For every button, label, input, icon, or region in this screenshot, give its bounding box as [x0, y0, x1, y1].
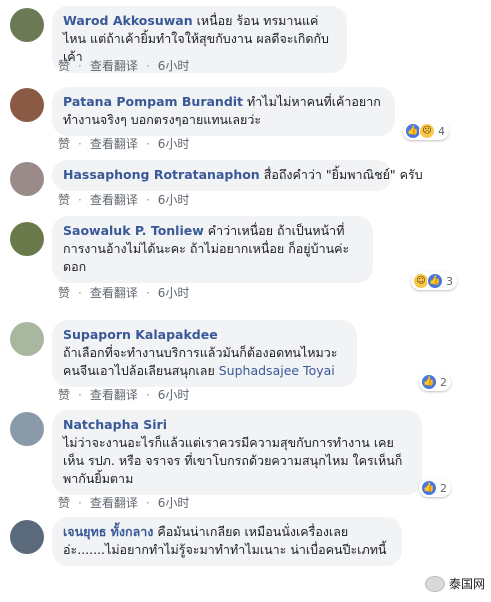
- avatar[interactable]: [10, 8, 44, 42]
- timestamp[interactable]: 6小时: [158, 193, 190, 207]
- like-reaction-icon: 👍: [421, 480, 437, 496]
- like-link[interactable]: 赞: [58, 59, 70, 73]
- like-reaction-icon: 👍: [427, 273, 443, 289]
- like-reaction-icon: 👍: [421, 374, 437, 390]
- separator: ·: [145, 193, 150, 207]
- separator: ·: [145, 286, 150, 300]
- comment-bubble: Patana Pompam Burandit ทำไมไม่หาคนที่เค้า…: [52, 87, 395, 136]
- comment-bubble: Saowaluk P. Tonliew คำว่าเหนื่อย ถ้าเป็นห…: [52, 216, 373, 283]
- comment-actions: 赞 · 查看翻译 · 6小时: [58, 494, 197, 511]
- reaction-count: 3: [446, 274, 453, 288]
- translate-link[interactable]: 查看翻译: [90, 388, 138, 402]
- author-name[interactable]: Hassaphong Rotratanaphon: [63, 167, 260, 182]
- author-name[interactable]: Natchapha Siri: [63, 417, 167, 432]
- comment-bubble: Natchapha Siri ไม่ว่าจะงานอะไรก็แล้วแต่เร…: [52, 410, 422, 495]
- avatar[interactable]: [10, 88, 44, 122]
- comment-bubble: เจนยุทธ ทั้งกลาง คือมันน่าเกลียด เหมือนนั…: [52, 517, 402, 566]
- comment-actions: 赞 · 查看翻译 · 6小时: [58, 386, 197, 403]
- author-name[interactable]: Saowaluk P. Tonliew: [63, 223, 204, 238]
- translate-link[interactable]: 查看翻译: [90, 496, 138, 510]
- avatar[interactable]: [10, 162, 44, 196]
- separator: ·: [78, 388, 82, 402]
- translate-link[interactable]: 查看翻译: [90, 286, 138, 300]
- comment-actions: 赞 · 查看翻译 · 6小时: [58, 191, 197, 208]
- reaction-count: 2: [440, 375, 447, 389]
- separator: ·: [145, 137, 150, 151]
- comment-text: สื่อถึงคำว่า "ยิ้มพาณิชย์" ครับ: [263, 167, 423, 182]
- comment-actions: 赞 · 查看翻译 · 6小时: [58, 284, 197, 301]
- like-link[interactable]: 赞: [58, 388, 70, 402]
- like-link[interactable]: 赞: [58, 496, 70, 510]
- separator: ·: [145, 388, 150, 402]
- separator: ·: [145, 496, 150, 510]
- timestamp[interactable]: 6小时: [158, 286, 190, 300]
- reaction-count: 4: [438, 124, 445, 138]
- avatar[interactable]: [10, 322, 44, 356]
- separator: ·: [78, 496, 82, 510]
- separator: ·: [78, 286, 82, 300]
- timestamp[interactable]: 6小时: [158, 59, 190, 73]
- watermark: 泰国网: [424, 575, 485, 592]
- separator: ·: [78, 193, 82, 207]
- comment-bubble: Hassaphong Rotratanaphon สื่อถึงคำว่า "ยิ…: [52, 160, 423, 191]
- like-link[interactable]: 赞: [58, 137, 70, 151]
- timestamp[interactable]: 6小时: [158, 496, 190, 510]
- comment-actions: 赞 · 查看翻译 · 6小时: [58, 135, 197, 152]
- watermark-text: 泰国网: [448, 577, 485, 591]
- author-name[interactable]: Warod Akkosuwan: [63, 13, 193, 28]
- separator: ·: [78, 137, 82, 151]
- avatar[interactable]: [10, 520, 44, 554]
- author-name[interactable]: เจนยุทธ ทั้งกลาง: [63, 524, 153, 539]
- author-name[interactable]: Patana Pompam Burandit: [63, 94, 243, 109]
- author-name[interactable]: Supaporn Kalapakdee: [63, 327, 218, 342]
- translate-link[interactable]: 查看翻译: [90, 193, 138, 207]
- like-link[interactable]: 赞: [58, 286, 70, 300]
- reaction-summary[interactable]: 👍 2: [419, 373, 451, 391]
- separator: ·: [78, 59, 82, 73]
- like-link[interactable]: 赞: [58, 193, 70, 207]
- translate-link[interactable]: 查看翻译: [90, 137, 138, 151]
- comment-actions: 赞 · 查看翻译 · 6小时: [58, 57, 197, 74]
- wechat-icon: [424, 575, 445, 592]
- avatar[interactable]: [10, 412, 44, 446]
- translate-link[interactable]: 查看翻译: [90, 59, 138, 73]
- reaction-summary[interactable]: 👍 2: [419, 479, 451, 497]
- reaction-count: 2: [440, 481, 447, 495]
- separator: ·: [145, 59, 150, 73]
- comment-text: ไม่ว่าจะงานอะไรก็แล้วแต่เราควรมีความสุขก…: [63, 435, 403, 486]
- comment-bubble: Supaporn Kalapakdee ถ้าเลือกที่จะทำงานบริ…: [52, 320, 357, 387]
- tagged-user-link[interactable]: Suphadsajee Toyai: [219, 363, 335, 378]
- timestamp[interactable]: 6小时: [158, 388, 190, 402]
- reaction-summary[interactable]: ☺ 👍 3: [411, 272, 457, 290]
- avatar[interactable]: [10, 222, 44, 256]
- reaction-summary[interactable]: 👍 ☹ 4: [403, 122, 449, 140]
- sad-reaction-icon: ☹: [419, 123, 435, 139]
- timestamp[interactable]: 6小时: [158, 137, 190, 151]
